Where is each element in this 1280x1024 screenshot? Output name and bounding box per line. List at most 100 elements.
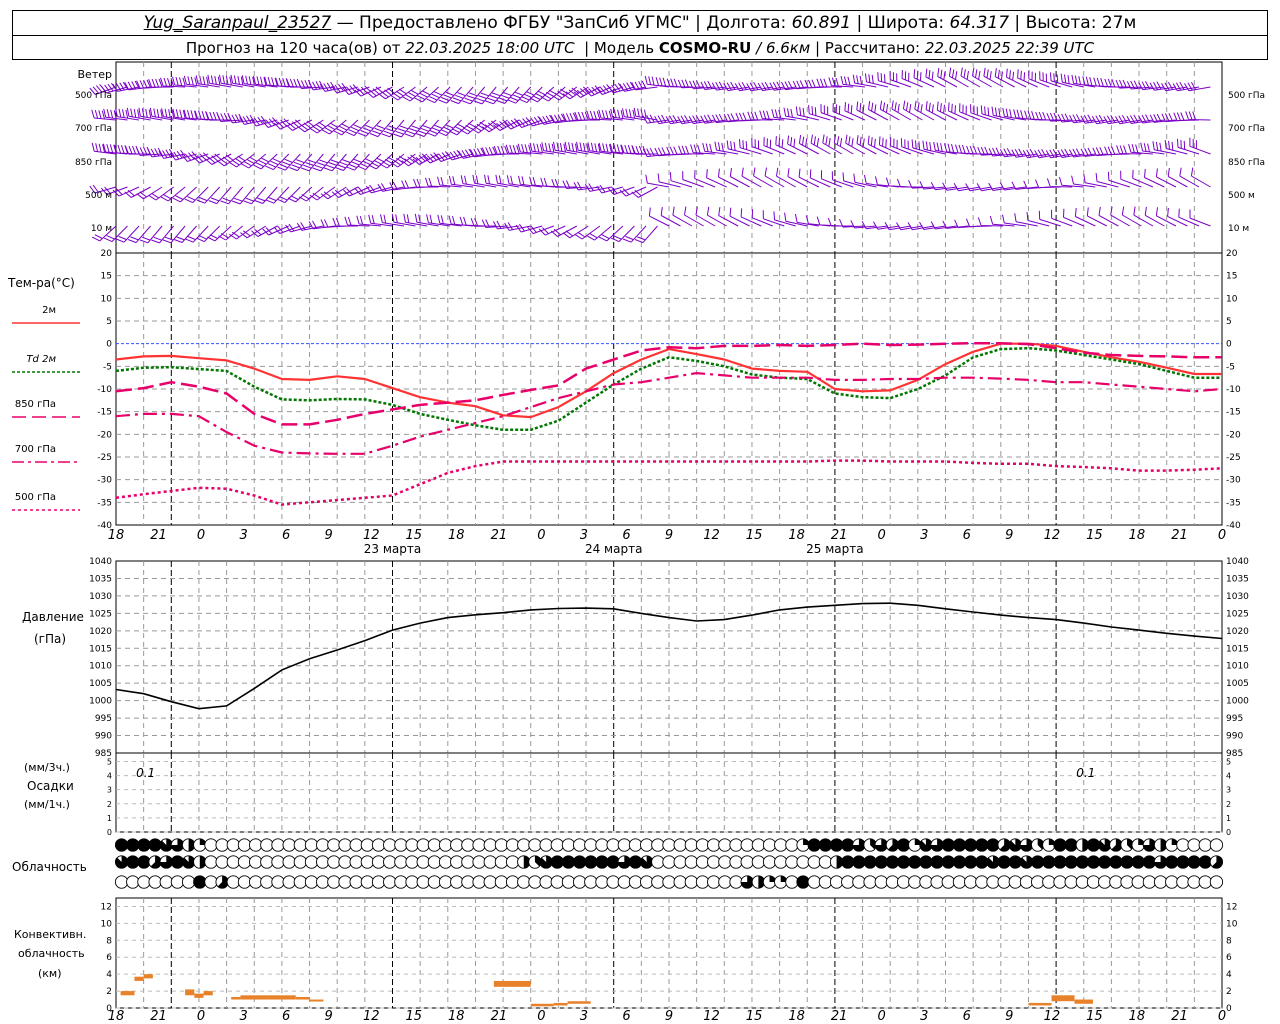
wind-barb [169,149,197,161]
cloud-circle [304,855,319,869]
wind-barb [124,186,151,198]
cloud-circle [807,855,821,869]
cloud-circle [1187,838,1201,852]
cloud-circle [316,838,330,852]
cloud-full [1031,855,1044,869]
wind-barb [648,207,670,227]
mid-hour-label: 0 [537,528,545,543]
wind-barb [1185,111,1211,121]
cloud-circle [226,855,240,869]
cloud-circle [975,875,989,889]
cloud-circle [126,875,140,889]
cloud-circle [673,838,687,852]
day-label: 24 марта [585,542,642,556]
conv-bar [295,997,310,1000]
conv-bar [143,974,153,979]
cloud-circle [941,875,955,889]
cloud-circle [729,838,743,852]
conv-ytick-right: 2 [1226,987,1232,997]
bottom-hour-label: 0 [537,1009,545,1024]
cloud-full [1143,855,1156,869]
bottom-hour-label: 15 [405,1009,422,1024]
mid-hour-label: 3 [920,528,928,543]
precip-ytick-right: 1 [1226,814,1231,823]
wind-barb [492,220,520,230]
precip-ytick-left: 3 [107,786,112,795]
precip-ytick-left: 1 [107,814,112,823]
pres-ytick-right: 1000 [1226,697,1249,707]
cloud-circle [561,875,576,889]
cloud-circle [1031,875,1045,889]
cloud-circle [595,875,609,889]
wind-barb [820,104,842,121]
wind-barb [1120,170,1142,188]
cloud-circle [1098,875,1112,889]
cloud-circle [327,838,341,852]
cloud-circle [539,875,553,889]
wind-barb [309,186,336,201]
pres-ytick-left: 1030 [89,592,112,602]
cloud-full [908,855,921,869]
cloud-full [1199,855,1212,869]
pres-ytick-left: 1020 [89,627,112,637]
pres-ytick-left: 1015 [89,644,112,654]
cloud-circle [293,875,307,889]
cloud-circle [349,855,363,869]
cloud-circle [360,875,375,889]
cloud-full [1165,855,1178,869]
cloud-circle [662,855,676,869]
mid-hour-label: 6 [622,528,630,543]
cloud-circle [684,838,698,852]
wind-barb [619,186,647,197]
wind-barb [645,174,670,188]
cloud-full [964,838,977,852]
mid-hour-label: 18 [108,528,125,543]
cloud-full [171,855,184,869]
cloud-full [897,838,910,852]
cloud-circle [1042,875,1056,889]
cloud-circle [528,875,542,889]
precip-ytick-right: 3 [1226,786,1231,795]
conv-bar [268,995,296,1000]
wind-level-left: 850 гПа [75,158,112,168]
wind-level-left: 500 м [85,191,112,201]
meteogram-svg: 0.1 0.1 20 2015 1510 105 50 0-5 -5-10 -10-15 -15-… [12,61,1265,1024]
cloud-circle [718,838,732,852]
cloud-circle [304,838,319,852]
cloud-circle [807,875,821,889]
mid-hour-label: 21 [1171,528,1188,543]
cloud-circle [1019,875,1034,889]
day-label: 25 марта [806,542,863,556]
wind-barb [250,115,278,127]
mid-hour-label: 9 [665,528,673,543]
bottom-hour-label: 0 [878,1009,886,1024]
cloud-circle [651,855,665,869]
conv-ytick-right: 0 [1226,1004,1232,1014]
temp-ytick-left: 20 [101,249,113,259]
temp-ytick-right: -10 [1226,385,1241,395]
pres-ytick-left: 995 [95,714,112,724]
mid-hour-label: 3 [580,528,588,543]
cloud-full [606,855,620,869]
bottom-hour-label: 12 [1044,1009,1061,1024]
pres-ytick-right: 1020 [1226,627,1249,637]
cloud-circle [204,875,218,889]
temp-ytick-right: 15 [1226,272,1237,282]
cloud-full [953,855,966,869]
wind-level-right: 500 гПа [1228,91,1265,101]
cloud-circle [438,838,453,852]
wind-barb [112,81,140,92]
pres-ytick-right: 1030 [1226,592,1249,602]
bottom-hour-label: 3 [580,1009,588,1024]
cloud-circle [796,855,810,869]
cloud-full [1132,855,1145,869]
cloud-circle [863,875,877,889]
cloud-circle [416,875,430,889]
cloud-circle [651,838,665,852]
conv-ytick-left: 10 [101,919,113,929]
cloud-full [1120,855,1134,869]
wind-level-right: 500 м [1228,191,1255,201]
temp-ytick-right: -25 [1226,453,1241,463]
precip-ytick-left: 0 [107,828,112,837]
cloud-circle [695,855,710,869]
